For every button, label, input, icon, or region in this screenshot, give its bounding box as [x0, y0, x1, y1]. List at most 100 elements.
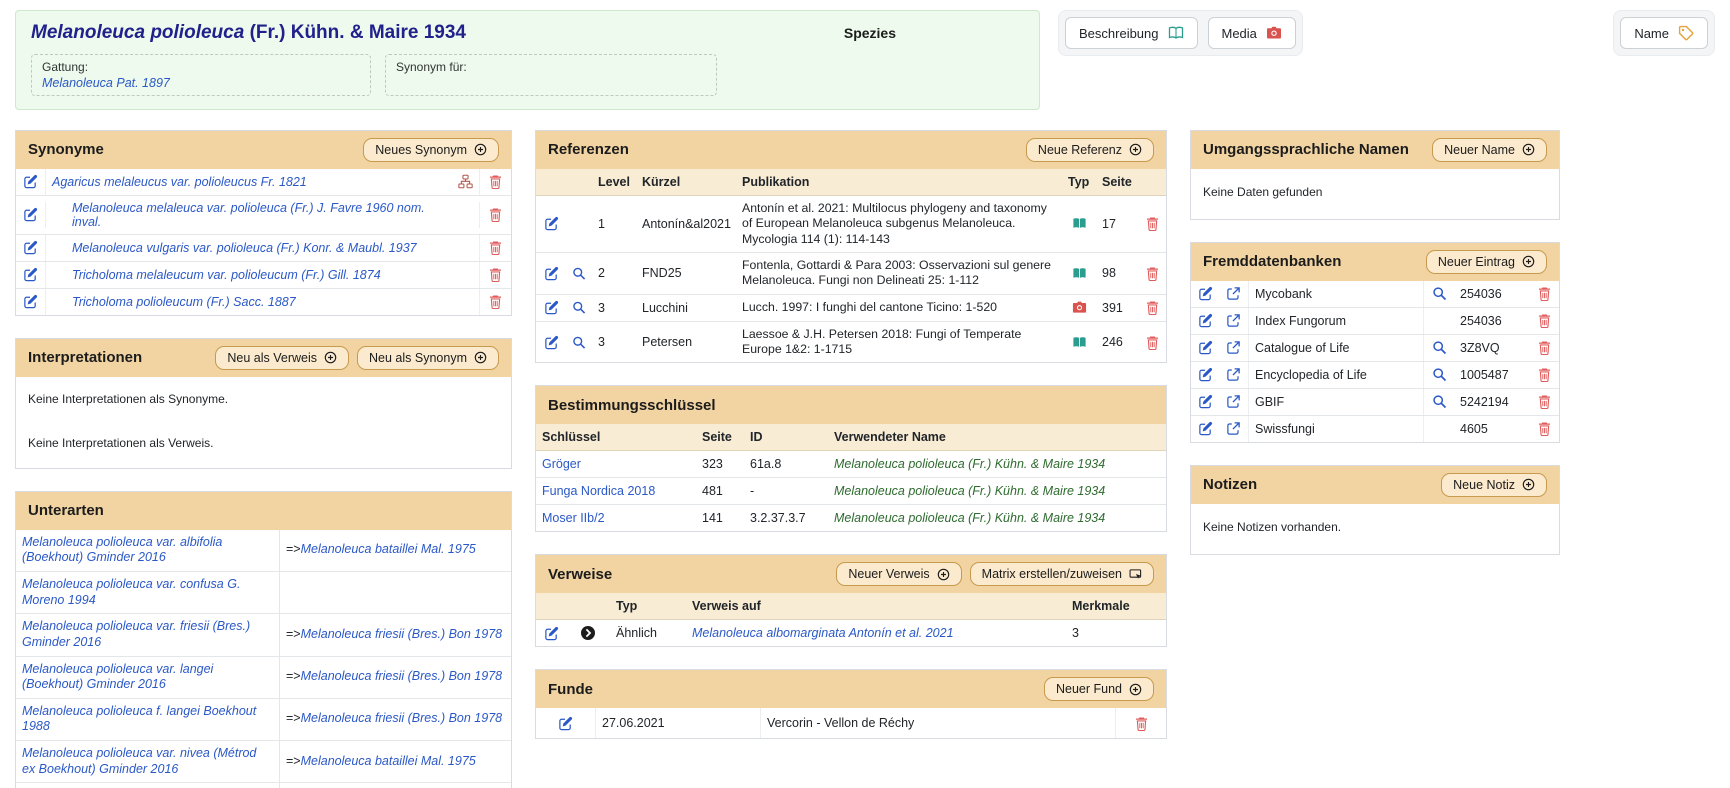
empty-synonyme-text: Keine Interpretationen als Synonyme. — [28, 392, 499, 406]
delete-icon[interactable] — [1138, 329, 1166, 355]
delete-icon[interactable] — [1529, 362, 1559, 388]
subtaxon-link[interactable]: Melanoleuca polioleuca f. langei Boekhou… — [22, 704, 256, 734]
key-link[interactable]: Moser IIb/2 — [542, 511, 605, 525]
edit-icon[interactable] — [16, 289, 46, 315]
verweis-link[interactable]: Melanoleuca albomarginata Antonín et al.… — [692, 626, 954, 640]
search-icon[interactable] — [1424, 335, 1454, 361]
edit-icon[interactable] — [16, 262, 46, 288]
edit-icon[interactable] — [536, 329, 566, 355]
edit-icon[interactable] — [1191, 416, 1219, 442]
edit-icon[interactable] — [536, 620, 566, 646]
gattung-link[interactable]: Melanoleuca Pat. 1897 — [42, 76, 170, 90]
external-link-icon[interactable] — [1219, 389, 1249, 415]
new-name-button[interactable]: Neuer Name — [1432, 138, 1547, 162]
synonym-link[interactable]: Tricholoma melaleucum var. polioleucum (… — [72, 268, 381, 282]
delete-icon[interactable] — [1529, 281, 1559, 307]
hierarchy-icon[interactable] — [451, 169, 479, 195]
new-entry-button[interactable]: Neuer Eintrag — [1426, 250, 1547, 274]
new-as-synonym-button[interactable]: Neu als Synonym — [357, 346, 499, 370]
goto-icon[interactable] — [566, 620, 610, 646]
left-column: Synonyme Neues Synonym Agaricus melaleuc… — [15, 130, 512, 788]
delete-icon[interactable] — [479, 289, 511, 315]
beschreibung-button[interactable]: Beschreibung — [1065, 17, 1198, 49]
edit-icon[interactable] — [1191, 389, 1219, 415]
delete-icon[interactable] — [1529, 308, 1559, 334]
name-button[interactable]: Name — [1620, 17, 1708, 49]
search-icon[interactable] — [566, 329, 592, 355]
subtaxon-link[interactable]: Melanoleuca polioleuca var. albifolia (B… — [22, 535, 222, 565]
table-row: 2 FND25 Fontenla, Gottardi & Para 2003: … — [536, 253, 1166, 295]
subtaxon-link[interactable]: Melanoleuca polioleuca var. nivea (Métro… — [22, 746, 256, 776]
subtaxon-ref-link[interactable]: Melanoleuca bataillei Mal. 1975 — [301, 542, 476, 556]
subtaxon-link[interactable]: Melanoleuca polioleuca var. langei (Boek… — [22, 662, 213, 692]
delete-icon[interactable] — [1529, 416, 1559, 442]
table-header-row: Level Kürzel Publikation Typ Seite — [536, 169, 1166, 196]
delete-icon[interactable] — [479, 262, 511, 288]
edit-icon[interactable] — [536, 211, 566, 237]
matrix-icon — [1129, 568, 1142, 581]
new-note-button[interactable]: Neue Notiz — [1441, 473, 1547, 497]
subtaxon-ref-link[interactable]: Melanoleuca friesii (Bres.) Bon 1978 — [301, 669, 503, 683]
edit-icon[interactable] — [1191, 335, 1219, 361]
synonym-link[interactable]: Melanoleuca melaleuca var. polioleuca (F… — [72, 201, 445, 229]
delete-icon[interactable] — [479, 202, 511, 228]
subtaxon-ref-link[interactable]: Melanoleuca friesii (Bres.) Bon 1978 — [301, 711, 503, 725]
synonyme-table: Agaricus melaleucus var. polioleucus Fr.… — [16, 169, 511, 315]
table-row: Ähnlich Melanoleuca albomarginata Antoní… — [536, 620, 1166, 646]
edit-icon[interactable] — [16, 202, 46, 228]
edit-icon[interactable] — [536, 295, 566, 321]
empty-verweis-text: Keine Interpretationen als Verweis. — [28, 436, 499, 450]
matrix-button[interactable]: Matrix erstellen/zuweisen — [970, 562, 1154, 586]
new-verweis-button[interactable]: Neuer Verweis — [836, 562, 961, 586]
bestimmungsschluessel-panel-header: Bestimmungsschlüssel — [536, 386, 1166, 424]
synonym-link[interactable]: Tricholoma polioleucum (Fr.) Sacc. 1887 — [72, 295, 296, 309]
synonym-link[interactable]: Agaricus melaleucus var. polioleucus Fr.… — [52, 175, 307, 189]
search-icon[interactable] — [1424, 362, 1454, 388]
new-as-verweis-button[interactable]: Neu als Verweis — [215, 346, 349, 370]
plus-circle-icon — [474, 143, 487, 156]
delete-icon[interactable] — [1138, 211, 1166, 237]
page-title: Melanoleuca polioleuca (Fr.) Kühn. & Mai… — [31, 22, 466, 44]
delete-icon[interactable] — [1529, 335, 1559, 361]
edit-icon[interactable] — [16, 235, 46, 261]
new-synonym-button-label: Neues Synonym — [375, 143, 467, 157]
media-button[interactable]: Media — [1208, 17, 1296, 49]
new-fund-button[interactable]: Neuer Fund — [1044, 677, 1154, 701]
edit-icon[interactable] — [1191, 281, 1219, 307]
search-icon[interactable] — [566, 260, 592, 286]
delete-icon[interactable] — [1116, 708, 1166, 738]
edit-icon[interactable] — [536, 260, 566, 286]
search-icon[interactable] — [1424, 281, 1454, 307]
edit-icon[interactable] — [1191, 308, 1219, 334]
external-link-icon[interactable] — [1219, 416, 1249, 442]
key-link[interactable]: Funga Nordica 2018 — [542, 484, 655, 498]
external-link-icon[interactable] — [1219, 335, 1249, 361]
new-synonym-button[interactable]: Neues Synonym — [363, 138, 499, 162]
external-link-icon[interactable] — [1219, 362, 1249, 388]
delete-icon[interactable] — [1529, 389, 1559, 415]
synonym-link[interactable]: Melanoleuca vulgaris var. polioleuca (Fr… — [72, 241, 417, 255]
search-icon[interactable] — [1424, 389, 1454, 415]
external-link-icon[interactable] — [1219, 308, 1249, 334]
table-row: Tricholoma melaleucum var. polioleucum (… — [16, 262, 511, 289]
edit-icon[interactable] — [536, 708, 596, 738]
subtaxon-link[interactable]: Melanoleuca polioleuca var. friesii (Bre… — [22, 619, 250, 649]
plus-circle-icon — [474, 351, 487, 364]
verweise-table: Typ Verweis auf Merkmale Ähnlich Melanol… — [536, 593, 1166, 646]
page: Melanoleuca polioleuca (Fr.) Kühn. & Mai… — [0, 0, 1730, 788]
spacer — [566, 593, 610, 619]
subtaxon-ref-link[interactable]: Melanoleuca bataillei Mal. 1975 — [301, 754, 476, 768]
key-link[interactable]: Gröger — [542, 457, 581, 471]
edit-icon[interactable] — [16, 169, 46, 195]
edit-icon[interactable] — [1191, 362, 1219, 388]
arrow-prefix: => — [286, 627, 301, 641]
subtaxon-link[interactable]: Melanoleuca polioleuca var. confusa G. M… — [22, 577, 240, 607]
delete-icon[interactable] — [479, 169, 511, 195]
external-link-icon[interactable] — [1219, 281, 1249, 307]
delete-icon[interactable] — [1138, 295, 1166, 321]
delete-icon[interactable] — [1138, 260, 1166, 286]
subtaxon-ref-link[interactable]: Melanoleuca friesii (Bres.) Bon 1978 — [301, 627, 503, 641]
new-reference-button[interactable]: Neue Referenz — [1026, 138, 1154, 162]
search-icon[interactable] — [566, 295, 592, 321]
delete-icon[interactable] — [479, 235, 511, 261]
